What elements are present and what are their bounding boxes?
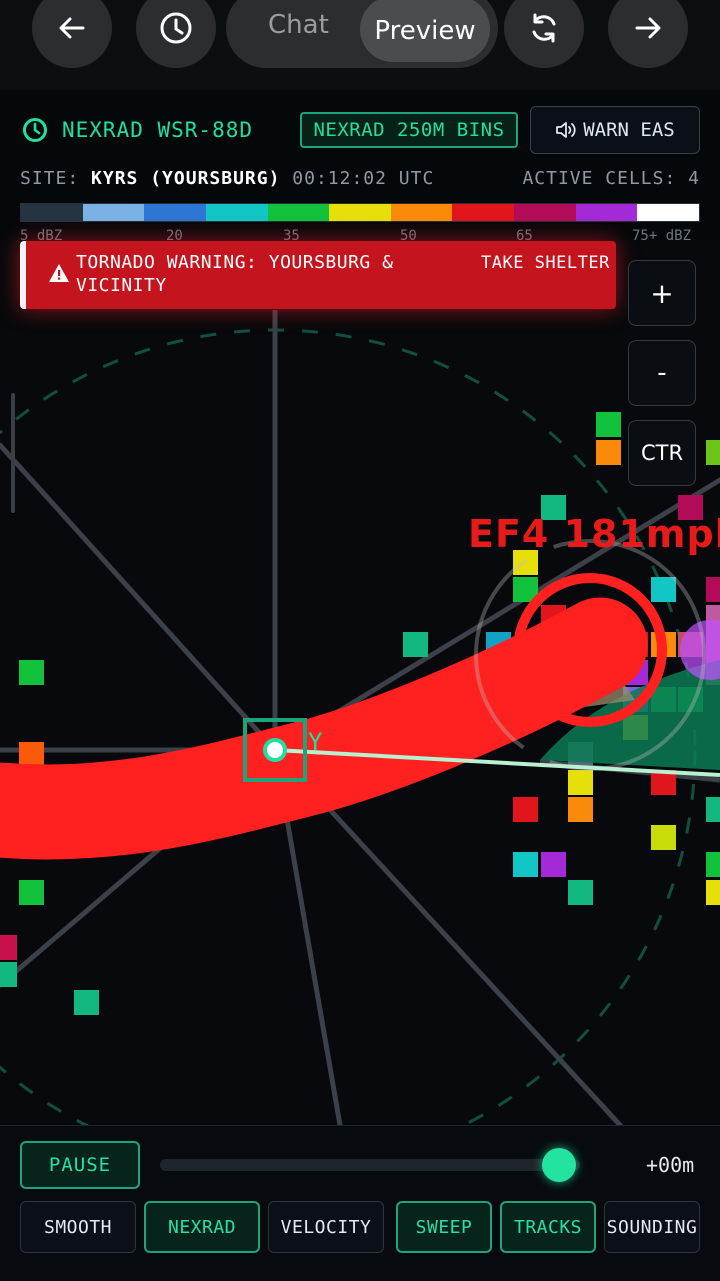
- scale-tick: 75+ dBZ: [632, 228, 692, 244]
- scale-swatch: [205, 204, 268, 221]
- pause-button[interactable]: PAUSE: [20, 1141, 140, 1189]
- center-button[interactable]: CTR: [628, 420, 696, 486]
- back-arrow-icon: [59, 17, 85, 39]
- mode-tracks-button[interactable]: TRACKS: [500, 1201, 596, 1253]
- top-bar: Chat Preview: [0, 0, 720, 90]
- bins-badge: NEXRAD 250M BINS: [300, 112, 518, 148]
- scale-swatch: [329, 204, 391, 221]
- mode-sounding-button[interactable]: SOUNDING: [604, 1201, 700, 1253]
- speaker-icon: [556, 122, 576, 138]
- history-button[interactable]: [136, 0, 216, 68]
- history-clock-icon: [160, 12, 192, 44]
- zoom-in-button[interactable]: +: [628, 260, 696, 326]
- refresh-button[interactable]: [504, 0, 584, 68]
- tornado-warning-banner[interactable]: TORNADO WARNING: YOURSBURG & VICINITY TA…: [20, 241, 616, 309]
- zoom-out-button[interactable]: -: [628, 340, 696, 406]
- back-button[interactable]: [32, 0, 112, 68]
- site-name: KYRS (YOURSBURG): [91, 168, 281, 189]
- scale-swatch: [82, 204, 145, 221]
- scale-swatch: [637, 204, 700, 221]
- tab-preview[interactable]: Preview: [360, 0, 490, 62]
- map-scrollbar[interactable]: [11, 393, 15, 513]
- site-marker-label: Y: [308, 728, 323, 756]
- scale-swatch: [267, 204, 330, 221]
- storm-intensity-label: EF4 181mph: [468, 512, 720, 556]
- warning-icon: [49, 264, 69, 282]
- site-info: SITE: KYRS (YOURSBURG) 00:12:02 UTC: [20, 168, 434, 189]
- time-offset: +00m: [646, 1153, 695, 1177]
- scale-swatch: [21, 204, 83, 221]
- radar-title: NEXRAD WSR-88D: [62, 118, 254, 142]
- scale-swatch: [575, 204, 638, 221]
- mode-nexrad-button[interactable]: NEXRAD: [144, 1201, 260, 1253]
- warn-eas-button[interactable]: WARN EAS: [530, 106, 700, 154]
- warn-eas-label: WARN EAS: [583, 119, 675, 141]
- scale-swatch: [452, 204, 515, 221]
- tab-chat[interactable]: Chat: [268, 10, 329, 40]
- timeline-slider-handle[interactable]: [542, 1148, 576, 1182]
- refresh-icon: [532, 13, 556, 43]
- radar-map[interactable]: Y: [0, 310, 720, 1125]
- warning-text: TORNADO WARNING: YOURSBURG & VICINITY: [76, 252, 394, 296]
- active-cells: ACTIVE CELLS: 4: [522, 168, 700, 189]
- forward-arrow-icon: [635, 17, 661, 39]
- forward-button[interactable]: [608, 0, 688, 68]
- timeline-slider[interactable]: [160, 1159, 580, 1171]
- reflectivity-scale: [20, 203, 700, 222]
- clock-icon: [23, 118, 47, 142]
- mode-smooth-button[interactable]: SMOOTH: [20, 1201, 136, 1253]
- scale-swatch: [390, 204, 453, 221]
- radar-time: 00:12:02 UTC: [292, 168, 435, 189]
- mode-velocity-button[interactable]: VELOCITY: [268, 1201, 384, 1253]
- scale-swatch: [514, 204, 576, 221]
- radar-canvas: [0, 310, 720, 1125]
- mode-sweep-button[interactable]: SWEEP: [396, 1201, 492, 1253]
- site-prefix: SITE:: [20, 168, 80, 189]
- warning-action: TAKE SHELTER: [481, 253, 610, 273]
- scale-swatch: [144, 204, 206, 221]
